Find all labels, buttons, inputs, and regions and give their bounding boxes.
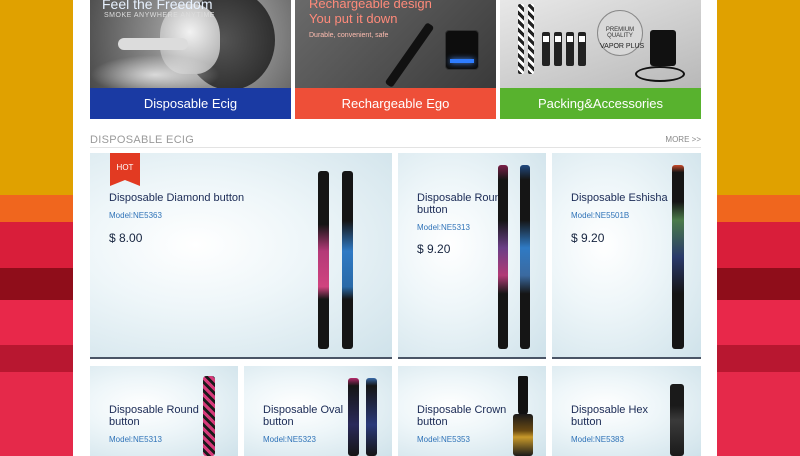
hand-holding-ecig-image	[118, 38, 188, 50]
product-card[interactable]: Disposable Eshisha Model:NE5501B $ 9.20	[552, 153, 701, 359]
section-divider	[90, 147, 701, 148]
banner-image-disposable: Feel the Freedom SMOKE ANYWHERE ANYTIME	[90, 0, 291, 90]
round-ecig-blue-image	[520, 165, 530, 349]
banner-subline: Durable, convenient, safe	[309, 32, 389, 39]
banner-subline: SMOKE ANYWHERE ANYTIME	[104, 12, 215, 19]
product-model: Model:NE5313	[417, 223, 470, 232]
cartridge-image	[566, 32, 574, 66]
banner-disposable-ecig[interactable]: Feel the Freedom SMOKE ANYWHERE ANYTIME …	[90, 0, 291, 120]
ego-pen-image	[384, 22, 435, 88]
banner-headline-line2: You put it down	[309, 11, 398, 26]
product-price: $ 9.20	[417, 242, 451, 256]
product-model: Model:NE5313	[109, 435, 162, 444]
accessory-tube-image	[528, 4, 534, 74]
banner-headline: Rechargeable design You put it down	[309, 0, 432, 26]
cartridge-image	[542, 32, 550, 66]
badge-line2: QUALITY	[607, 33, 633, 39]
product-card[interactable]: Disposable Hex button Model:NE5383	[552, 366, 701, 456]
product-model: Model:NE5363	[109, 211, 162, 220]
crown-ecig-tip-image	[518, 376, 528, 416]
product-title[interactable]: Disposable Hex button	[571, 404, 671, 428]
product-card[interactable]: Disposable Round button Model:NE5313	[90, 366, 238, 456]
product-card[interactable]: Disposable Oval button Model:NE5323	[244, 366, 392, 456]
cartridge-image	[554, 32, 562, 66]
product-model: Model:NE5323	[263, 435, 316, 444]
charger-image	[445, 30, 479, 70]
main-panel: Feel the Freedom SMOKE ANYWHERE ANYTIME …	[73, 0, 717, 456]
banner-label-disposable-ecig[interactable]: Disposable Ecig	[90, 88, 291, 119]
crown-ecig-body-image	[513, 414, 533, 456]
banner-rechargeable-ego[interactable]: Rechargeable design You put it down Dura…	[295, 0, 496, 120]
diamond-ecig-pink-image	[318, 171, 329, 349]
product-card[interactable]: Disposable Crown button Model:NE5353	[398, 366, 546, 456]
oval-ecig-blue-image	[366, 378, 377, 456]
banner-image-accessories: PREMIUM QUALITY VAPOR PLUS	[500, 0, 701, 88]
oval-ecig-pink-image	[348, 378, 359, 456]
product-model: Model:NE5383	[571, 435, 624, 444]
round-ecig-pink-image	[203, 376, 215, 456]
banner-headline-line1: Rechargeable design	[309, 0, 432, 11]
accessory-tube-image	[518, 4, 524, 74]
product-title[interactable]: Disposable Round button	[109, 404, 209, 428]
product-price: $ 8.00	[109, 231, 143, 245]
product-title[interactable]: Disposable Diamond button	[109, 192, 259, 204]
hot-badge: HOT	[110, 153, 140, 186]
diamond-ecig-blue-image	[342, 171, 353, 349]
power-adapter-image	[650, 30, 676, 66]
more-link[interactable]: MORE >>	[665, 135, 701, 144]
product-model: Model:NE5353	[417, 435, 470, 444]
usb-cable-image	[635, 66, 685, 82]
product-price: $ 9.20	[571, 231, 605, 245]
product-card[interactable]: Disposable Round button Model:NE5313 $ 9…	[398, 153, 546, 359]
vapor-cloud-image	[90, 55, 220, 88]
section-title: DISPOSABLE ECIG	[90, 134, 195, 146]
vapor-plus-box-label: VAPOR PLUS	[600, 43, 645, 50]
product-title[interactable]: Disposable Crown button	[417, 404, 517, 428]
banner-image-rechargeable: Rechargeable design You put it down Dura…	[295, 0, 496, 88]
banner-label-rechargeable-ego[interactable]: Rechargeable Ego	[295, 88, 496, 119]
hex-ecig-image	[670, 384, 684, 456]
eshisha-ecig-image	[672, 165, 684, 349]
banner-headline: Feel the Freedom	[102, 0, 213, 12]
round-ecig-purple-image	[498, 165, 508, 349]
product-card[interactable]: HOT Disposable Diamond button Model:NE53…	[90, 153, 392, 359]
banner-label-packing-accessories[interactable]: Packing&Accessories	[500, 88, 701, 119]
banner-packing-accessories[interactable]: PREMIUM QUALITY VAPOR PLUS Packing&Acces…	[500, 0, 701, 120]
product-model: Model:NE5501B	[571, 211, 630, 220]
cartridge-image	[578, 32, 586, 66]
